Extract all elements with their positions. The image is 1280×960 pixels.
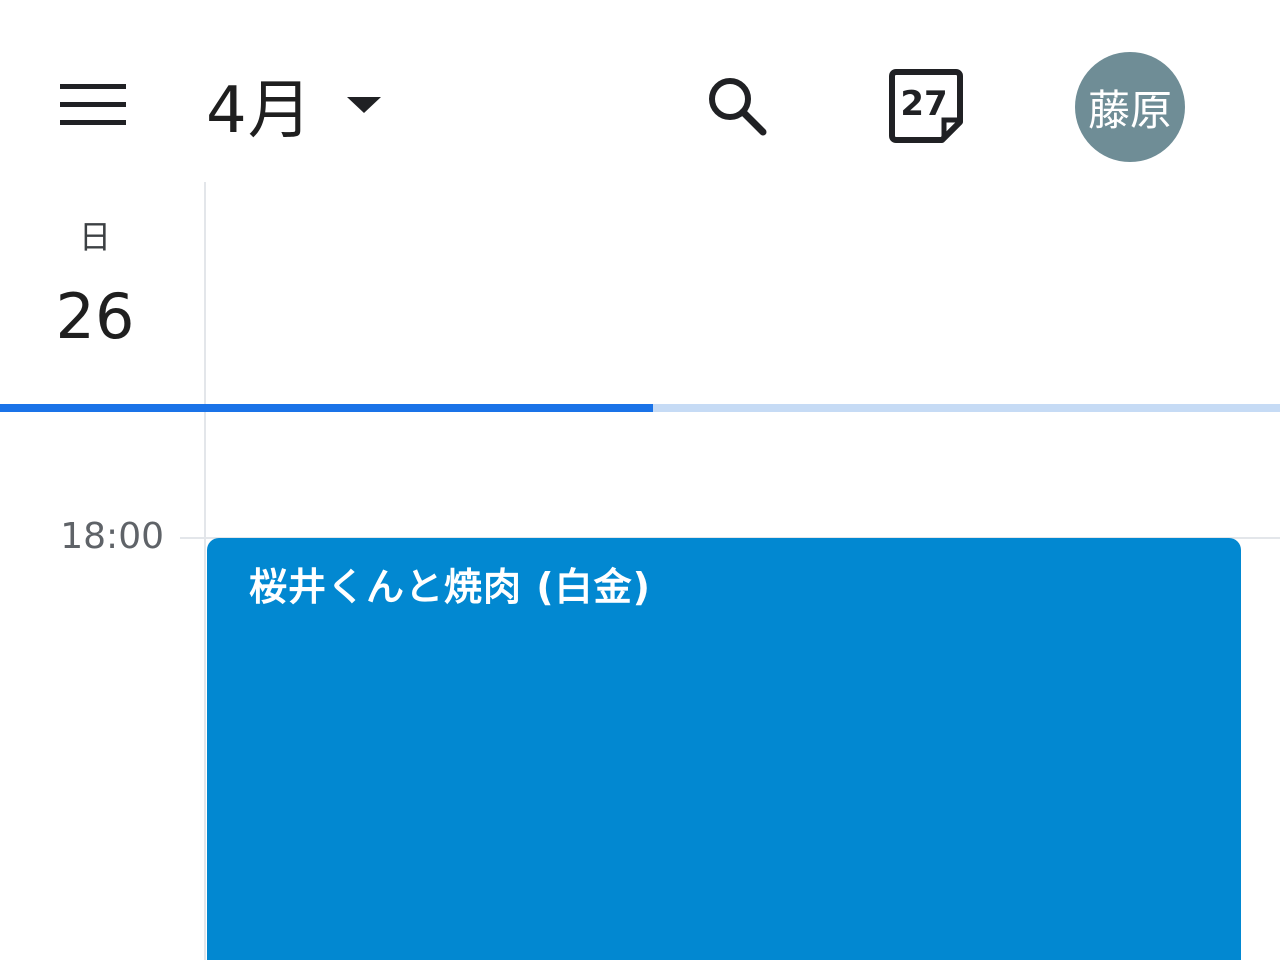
menu-button[interactable] bbox=[48, 70, 138, 140]
avatar-text: 藤原 bbox=[1087, 85, 1172, 135]
search-button[interactable] bbox=[694, 66, 780, 146]
menu-icon bbox=[60, 84, 126, 125]
month-label: 4月 bbox=[206, 74, 313, 148]
time-column-divider bbox=[204, 182, 206, 960]
calendar-app: 4月 27 藤原 日 26 18:00 桜井くんと焼肉 (白金) bbox=[0, 0, 1280, 960]
day-of-week: 日 bbox=[78, 218, 111, 256]
loading-progress-bar bbox=[0, 404, 1280, 412]
today-date-number: 27 bbox=[900, 84, 948, 124]
month-selector[interactable]: 4月 bbox=[206, 62, 381, 148]
event-block[interactable]: 桜井くんと焼肉 (白金) bbox=[207, 538, 1241, 960]
chevron-down-icon bbox=[346, 97, 381, 113]
today-button[interactable]: 27 bbox=[882, 64, 970, 148]
progress-fill bbox=[0, 404, 653, 412]
day-number[interactable]: 26 bbox=[0, 280, 190, 353]
event-title: 桜井くんと焼肉 (白金) bbox=[249, 565, 651, 609]
account-avatar[interactable]: 藤原 bbox=[1075, 52, 1185, 162]
search-icon bbox=[709, 78, 767, 136]
time-label-18: 18:00 bbox=[60, 516, 164, 557]
